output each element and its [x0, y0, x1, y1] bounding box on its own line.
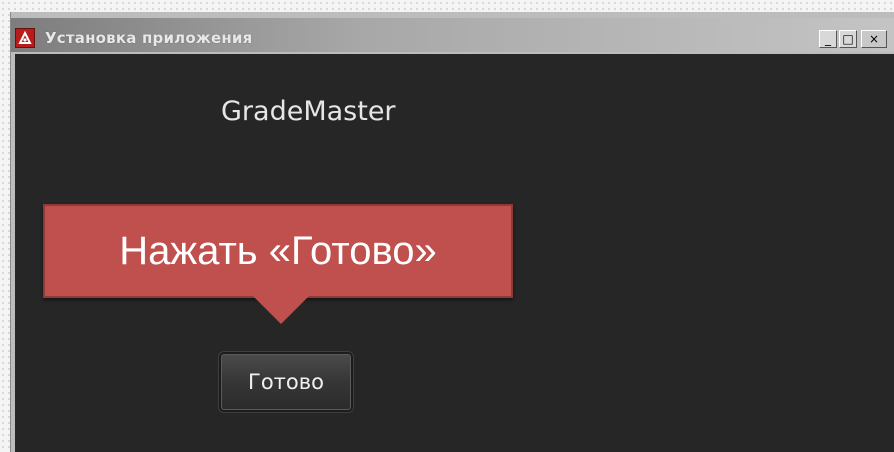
minimize-button[interactable]: _: [819, 30, 837, 48]
window-title: Установка приложения: [45, 29, 253, 47]
app-logo-icon: [15, 28, 35, 48]
close-button[interactable]: ×: [861, 30, 887, 48]
callout-pointer: [251, 294, 311, 324]
installer-content: GradeMaster Нажать «Готово» Готово: [15, 54, 894, 452]
maximize-button[interactable]: □: [839, 30, 857, 48]
title-bar[interactable]: Установка приложения _ □ ×: [11, 18, 894, 52]
app-name-heading: GradeMaster: [221, 96, 396, 127]
done-button[interactable]: Готово: [221, 354, 351, 410]
screenshot-frame: Установка приложения _ □ × GradeMaster Н…: [0, 0, 894, 452]
instruction-callout: Нажать «Готово»: [43, 204, 513, 298]
installer-window: Установка приложения _ □ × GradeMaster Н…: [10, 12, 894, 452]
callout-text: Нажать «Готово»: [119, 229, 437, 273]
